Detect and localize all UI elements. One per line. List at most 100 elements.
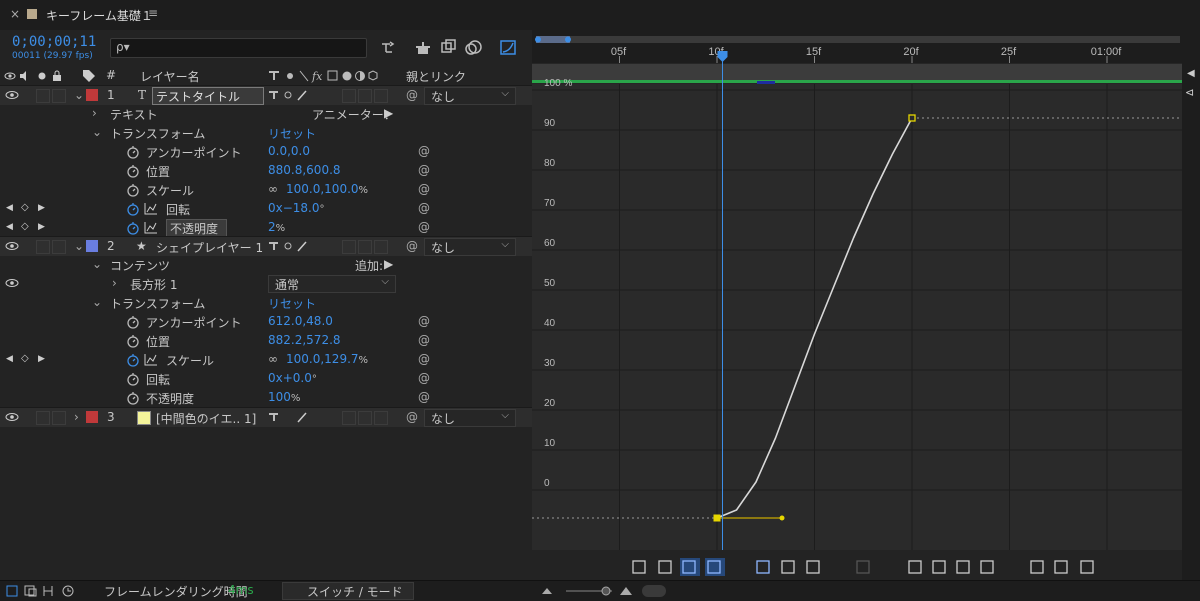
bezier-handle-point[interactable] bbox=[779, 515, 785, 521]
stopwatch-icon[interactable] bbox=[126, 315, 140, 329]
transform-box-icon[interactable] bbox=[680, 558, 700, 576]
graph-include-icon[interactable] bbox=[144, 202, 158, 215]
prev-keyframe-icon[interactable]: ◀ bbox=[6, 203, 13, 213]
search-input[interactable]: ρ▾ bbox=[110, 38, 367, 58]
zoom-in-icon[interactable] bbox=[620, 587, 632, 595]
switch-cell[interactable] bbox=[358, 411, 372, 425]
transform-group-row[interactable]: ⌄ トランスフォーム リセット bbox=[0, 293, 532, 312]
property-row[interactable]: 回転 0x+0.0° @ bbox=[0, 369, 532, 388]
parent-dropdown[interactable]: なし ⌵ bbox=[424, 238, 516, 256]
collapse-icon[interactable] bbox=[287, 73, 293, 79]
prev-keyframe-icon[interactable]: ◀ bbox=[6, 354, 13, 364]
visibility-eye-icon[interactable] bbox=[5, 278, 19, 288]
stopwatch-icon[interactable] bbox=[126, 202, 140, 216]
property-row[interactable]: ◀ ◇ ▶ 不透明度 2% @ bbox=[0, 218, 532, 238]
zoom-handle[interactable] bbox=[642, 585, 666, 597]
property-value[interactable]: 0.0,0.0 bbox=[268, 144, 310, 158]
video-visibility-icon[interactable] bbox=[4, 72, 16, 80]
switch-cell[interactable] bbox=[342, 240, 356, 254]
prev-keyframe-icon[interactable]: ◀ bbox=[6, 222, 13, 232]
property-value[interactable]: 100.0,100.0% bbox=[286, 182, 368, 196]
current-time-display[interactable]: 0;00;00;11 bbox=[12, 34, 96, 50]
stopwatch-icon[interactable] bbox=[126, 183, 140, 197]
layer-switches[interactable] bbox=[268, 240, 312, 253]
quality-icon[interactable] bbox=[299, 70, 309, 82]
expand-chevron-icon[interactable]: ⌄ bbox=[92, 295, 102, 309]
constrain-link-icon[interactable]: ∞ bbox=[268, 182, 278, 196]
layer-switches[interactable] bbox=[268, 89, 312, 102]
next-keyframe-icon[interactable]: ▶ bbox=[38, 354, 45, 364]
property-row[interactable]: アンカーポイント 0.0,0.0 @ bbox=[0, 142, 532, 161]
stopwatch-icon[interactable] bbox=[126, 372, 140, 386]
expand-chevron-icon[interactable]: › bbox=[74, 410, 79, 424]
expression-pickwhip-icon[interactable]: @ bbox=[418, 144, 430, 158]
reset-link[interactable]: リセット bbox=[268, 125, 316, 142]
visibility-eye-icon[interactable] bbox=[5, 90, 19, 100]
switch-cell[interactable] bbox=[374, 240, 388, 254]
effects-icon[interactable]: fx bbox=[311, 70, 323, 83]
pickwhip-icon[interactable]: @ bbox=[406, 410, 418, 424]
switch-cell[interactable] bbox=[374, 411, 388, 425]
expression-pickwhip-icon[interactable]: @ bbox=[418, 333, 430, 347]
reset-link[interactable]: リセット bbox=[268, 295, 316, 312]
rectangle-group-row[interactable]: › 長方形 1 通常 ⌵ bbox=[0, 274, 532, 293]
property-row[interactable]: スケール ∞ 100.0,100.0% @ bbox=[0, 180, 532, 199]
stopwatch-icon[interactable] bbox=[126, 334, 140, 348]
stopwatch-icon[interactable] bbox=[126, 164, 140, 178]
time-ruler[interactable] bbox=[532, 30, 1182, 63]
frame-blend-switch-icon[interactable] bbox=[327, 70, 338, 81]
label-color-swatch[interactable] bbox=[86, 89, 98, 101]
contents-group-row[interactable]: ⌄ コンテンツ 追加: ▶ bbox=[0, 255, 532, 274]
expression-pickwhip-icon[interactable]: @ bbox=[418, 201, 430, 215]
property-row[interactable]: 不透明度 100% @ bbox=[0, 388, 532, 407]
draft-3d-icon[interactable] bbox=[416, 42, 430, 54]
pickwhip-icon[interactable]: @ bbox=[406, 239, 418, 253]
expression-pickwhip-icon[interactable]: @ bbox=[418, 390, 430, 404]
graph-area[interactable] bbox=[532, 84, 1182, 550]
work-area-bar[interactable] bbox=[532, 80, 1182, 83]
adjustment-layer-icon[interactable] bbox=[355, 71, 365, 81]
layer-switches-toggle-icon[interactable] bbox=[6, 585, 18, 597]
property-value[interactable]: 880.8,600.8 bbox=[268, 163, 341, 177]
zoom-out-icon[interactable] bbox=[542, 588, 552, 594]
layer-name-text[interactable]: [中間色のイエ.. 1] bbox=[156, 410, 256, 427]
render-time-toggle-icon[interactable] bbox=[62, 585, 74, 597]
add-keyframe-icon[interactable]: ◇ bbox=[21, 221, 29, 232]
blend-mode-dropdown[interactable]: 通常 ⌵ bbox=[268, 275, 396, 293]
pickwhip-icon[interactable]: @ bbox=[406, 88, 418, 102]
graph-include-icon[interactable] bbox=[144, 221, 158, 234]
solo-icon[interactable] bbox=[38, 72, 46, 80]
label-tag-icon[interactable] bbox=[82, 69, 96, 83]
switch-cell[interactable] bbox=[358, 240, 372, 254]
stopwatch-icon[interactable] bbox=[126, 221, 140, 235]
expression-pickwhip-icon[interactable]: @ bbox=[418, 220, 430, 234]
layer-row-3[interactable]: › 3 [中間色のイエ.. 1] @ なし ⌵ bbox=[0, 407, 532, 427]
comp-flowchart-icon[interactable] bbox=[382, 41, 395, 53]
navigator-end-handle[interactable] bbox=[565, 36, 571, 43]
expression-pickwhip-icon[interactable]: @ bbox=[418, 314, 430, 328]
parent-dropdown[interactable]: なし ⌵ bbox=[424, 87, 516, 105]
audio-icon[interactable] bbox=[20, 71, 26, 81]
expand-chevron-icon[interactable]: › bbox=[92, 106, 97, 120]
lock-switch[interactable] bbox=[52, 411, 66, 425]
layer-switches[interactable] bbox=[268, 411, 312, 424]
switch-cell[interactable] bbox=[342, 411, 356, 425]
navigator-start-handle[interactable] bbox=[535, 36, 541, 43]
time-navigator-bar[interactable] bbox=[536, 36, 1180, 43]
panel-menu-icon[interactable]: ≡ bbox=[148, 6, 158, 20]
expand-chevron-icon[interactable]: ⌄ bbox=[74, 88, 84, 102]
expression-pickwhip-icon[interactable]: @ bbox=[418, 163, 430, 177]
property-value[interactable]: 100.0,129.7% bbox=[286, 352, 368, 366]
shy-icon[interactable] bbox=[269, 71, 279, 80]
label-color-swatch[interactable] bbox=[86, 240, 98, 252]
3d-layer-icon[interactable] bbox=[368, 70, 378, 81]
solo-switch[interactable] bbox=[36, 411, 50, 425]
add-menu-label[interactable]: 追加: bbox=[355, 257, 383, 274]
property-row[interactable]: アンカーポイント 612.0,48.0 @ bbox=[0, 312, 532, 331]
time-navigator-range[interactable] bbox=[536, 36, 570, 43]
keyframe-end[interactable] bbox=[908, 114, 916, 122]
switch-cell[interactable] bbox=[358, 89, 372, 103]
solo-switch[interactable] bbox=[36, 240, 50, 254]
property-row[interactable]: ◀ ◇ ▶ スケール ∞ 100.0,129.7% @ bbox=[0, 350, 532, 369]
expand-chevron-icon[interactable]: ⌄ bbox=[92, 257, 102, 271]
